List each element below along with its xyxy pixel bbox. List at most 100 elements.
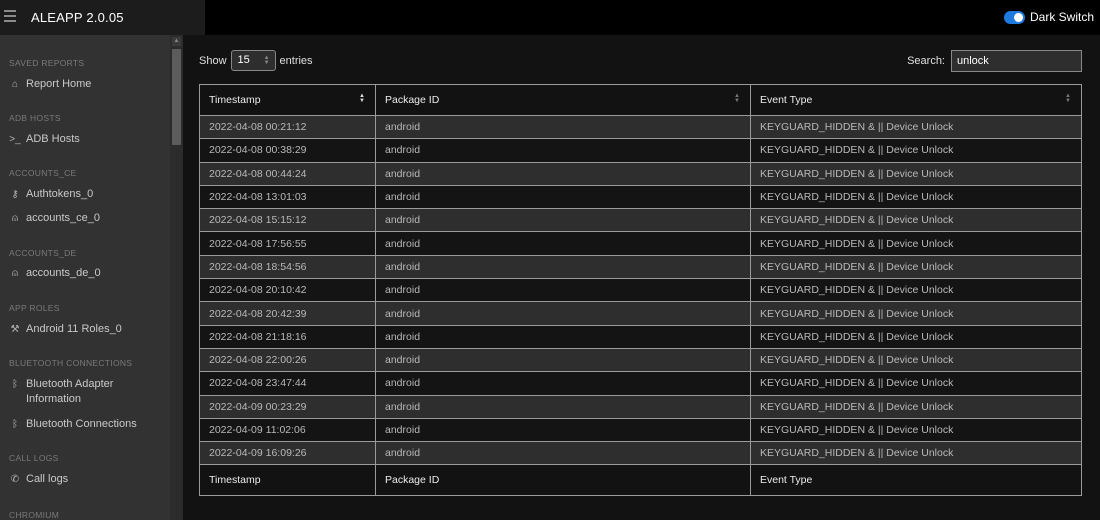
sidebar: SAVED REPORTS ⌂ Report Home ADB HOSTS >_… <box>0 35 183 520</box>
cell-timestamp: 2022-04-08 23:47:44 <box>199 371 376 396</box>
sidebar-item-authtokens[interactable]: ⚷ Authtokens_0 <box>9 187 169 202</box>
terminal-icon: >_ <box>9 134 21 145</box>
sort-icon: ▲ ▼ <box>734 93 740 104</box>
entries-select[interactable]: 15 ▲ ▼ <box>230 50 276 71</box>
column-header-label: Package ID <box>385 94 440 106</box>
dark-switch[interactable]: Dark Switch <box>1003 10 1094 24</box>
cell-timestamp: 2022-04-08 00:44:24 <box>199 162 376 186</box>
section-title-saved-reports: SAVED REPORTS <box>9 58 85 68</box>
cell-package-id: android <box>375 348 751 372</box>
key-icon: ⚷ <box>11 189 19 200</box>
scrollbar-thumb[interactable] <box>172 49 181 145</box>
cell-timestamp: 2022-04-08 18:54:56 <box>199 255 376 279</box>
cell-package-id: android <box>375 162 751 186</box>
table-row[interactable]: 2022-04-09 00:23:29 android KEYGUARD_HIDDE… <box>199 395 1082 419</box>
cell-timestamp: 2022-04-08 22:00:26 <box>199 348 376 372</box>
cell-event-type: KEYGUARD_HIDDEN & || Device Unlock <box>750 395 1082 419</box>
cell-package-id: android <box>375 138 751 163</box>
cell-package-id: android <box>375 231 751 256</box>
cell-timestamp: 2022-04-09 16:09:26 <box>199 441 376 465</box>
cell-timestamp: 2022-04-08 13:01:03 <box>199 185 376 209</box>
column-header-label: Event Type <box>760 94 813 106</box>
cell-package-id: android <box>375 371 751 396</box>
entries-select-value: 15 <box>237 54 250 66</box>
sort-icon: ▲ ▼ <box>1065 93 1071 104</box>
section-title-call-logs: CALL LOGS <box>9 453 59 463</box>
column-footer-timestamp: Timestamp <box>199 464 376 497</box>
section-title-adb-hosts: ADB HOSTS <box>9 113 61 123</box>
section-title-chromium: CHROMIUM <box>9 510 60 520</box>
cell-timestamp: 2022-04-08 15:15:12 <box>199 208 376 232</box>
cell-event-type: KEYGUARD_HIDDEN & || Device Unlock <box>750 441 1082 465</box>
cell-event-type: KEYGUARD_HIDDEN & || Device Unlock <box>750 231 1082 256</box>
table-row[interactable]: 2022-04-08 18:54:56 android KEYGUARD_HIDDE… <box>199 255 1082 279</box>
search-input[interactable] <box>951 50 1082 72</box>
table-row[interactable]: 2022-04-08 20:42:39 android KEYGUARD_HIDDE… <box>199 301 1082 326</box>
column-header-package-id[interactable]: Package ID ▲ ▼ <box>375 84 751 116</box>
entries-label: entries <box>279 54 313 67</box>
cell-timestamp: 2022-04-08 00:38:29 <box>199 138 376 163</box>
sidebar-item-label: Call logs <box>26 473 69 485</box>
cell-package-id: android <box>375 115 751 139</box>
sidebar-item-adb-hosts[interactable]: >_ ADB Hosts <box>9 132 169 147</box>
cell-event-type: KEYGUARD_HIDDEN & || Device Unlock <box>750 371 1082 396</box>
sidebar-item-android-roles[interactable]: ⚒ Android 11 Roles_0 <box>9 322 169 337</box>
sidebar-item-accounts-ce[interactable]: ⍝ accounts_ce_0 <box>9 211 169 226</box>
phone-icon: ✆ <box>10 474 20 485</box>
column-footer-package-id: Package ID <box>375 464 751 497</box>
table-row[interactable]: 2022-04-08 13:01:03 android KEYGUARD_HIDDE… <box>199 185 1082 209</box>
brand-area: ALEAPP 2.0.05 <box>0 0 205 35</box>
table-row[interactable]: 2022-04-09 11:02:06 android KEYGUARD_HIDDE… <box>199 418 1082 442</box>
cell-package-id: android <box>375 185 751 209</box>
sidebar-item-accounts-de[interactable]: ⍝ accounts_de_0 <box>9 266 169 281</box>
cell-event-type: KEYGUARD_HIDDEN & || Device Unlock <box>750 301 1082 326</box>
sidebar-item-label: Bluetooth Adapter Information <box>26 378 114 405</box>
table-row[interactable]: 2022-04-08 21:18:16 android KEYGUARD_HIDDE… <box>199 325 1082 349</box>
app-title[interactable]: ALEAPP 2.0.05 <box>31 10 124 25</box>
cell-package-id: android <box>375 418 751 442</box>
menu-icon[interactable] <box>4 10 16 24</box>
sidebar-item-label: Bluetooth Connections <box>26 418 137 430</box>
search-label: Search: <box>907 55 945 67</box>
scroll-up-icon[interactable]: ▲ <box>172 37 181 46</box>
cell-timestamp: 2022-04-08 17:56:55 <box>199 231 376 256</box>
table-row[interactable]: 2022-04-08 00:44:24 android KEYGUARD_HIDDE… <box>199 162 1082 186</box>
user-icon: ⍝ <box>12 268 18 279</box>
section-title-bluetooth: BLUETOOTH CONNECTIONS <box>9 358 133 368</box>
sidebar-item-label: accounts_ce_0 <box>26 212 100 224</box>
data-table: Timestamp ▲ ▼ Package ID ▲ ▼ Event Type ▲ ▼… <box>199 84 1082 497</box>
table-row[interactable]: 2022-04-08 00:21:12 android KEYGUARD_HIDDE… <box>199 115 1082 139</box>
table-row[interactable]: 2022-04-08 15:15:12 android KEYGUARD_HIDDE… <box>199 208 1082 232</box>
sidebar-item-label: Android 11 Roles_0 <box>26 323 122 335</box>
column-header-timestamp[interactable]: Timestamp ▲ ▼ <box>199 84 376 116</box>
sidebar-scrollbar[interactable]: ▲ <box>170 35 183 520</box>
cell-event-type: KEYGUARD_HIDDEN & || Device Unlock <box>750 278 1082 302</box>
cell-timestamp: 2022-04-09 00:23:29 <box>199 395 376 419</box>
cell-package-id: android <box>375 278 751 302</box>
toggle-switch-icon[interactable] <box>1003 10 1025 24</box>
home-icon: ⌂ <box>11 79 19 90</box>
sort-icon: ▲ ▼ <box>359 93 365 104</box>
sidebar-item-report-home[interactable]: ⌂ Report Home <box>9 77 169 92</box>
cell-package-id: android <box>375 255 751 279</box>
tool-icon: ⚒ <box>10 324 20 335</box>
cell-timestamp: 2022-04-08 21:18:16 <box>199 325 376 349</box>
cell-event-type: KEYGUARD_HIDDEN & || Device Unlock <box>750 208 1082 232</box>
column-header-event-type[interactable]: Event Type ▲ ▼ <box>750 84 1082 116</box>
sidebar-item-label: Authtokens_0 <box>26 188 94 200</box>
sidebar-item-bluetooth-connections[interactable]: ᛒ Bluetooth Connections <box>9 417 169 432</box>
cell-event-type: KEYGUARD_HIDDEN & || Device Unlock <box>750 325 1082 349</box>
table-row[interactable]: 2022-04-08 20:10:42 android KEYGUARD_HIDDE… <box>199 278 1082 302</box>
cell-timestamp: 2022-04-08 00:21:12 <box>199 115 376 139</box>
cell-event-type: KEYGUARD_HIDDEN & || Device Unlock <box>750 138 1082 163</box>
table-row[interactable]: 2022-04-08 00:38:29 android KEYGUARD_HIDDE… <box>199 138 1082 163</box>
sidebar-item-bluetooth-adapter[interactable]: ᛒ Bluetooth Adapter Information <box>9 377 169 407</box>
table-row[interactable]: 2022-04-08 17:56:55 android KEYGUARD_HIDDE… <box>199 231 1082 256</box>
table-row[interactable]: 2022-04-09 16:09:26 android KEYGUARD_HIDDE… <box>199 441 1082 465</box>
top-navbar: ALEAPP 2.0.05 Dark Switch <box>0 0 1100 35</box>
sidebar-item-call-logs[interactable]: ✆ Call logs <box>9 472 169 487</box>
table-row[interactable]: 2022-04-08 23:47:44 android KEYGUARD_HIDDE… <box>199 371 1082 396</box>
cell-package-id: android <box>375 325 751 349</box>
column-header-label: Timestamp <box>209 94 261 106</box>
table-row[interactable]: 2022-04-08 22:00:26 android KEYGUARD_HIDDE… <box>199 348 1082 372</box>
